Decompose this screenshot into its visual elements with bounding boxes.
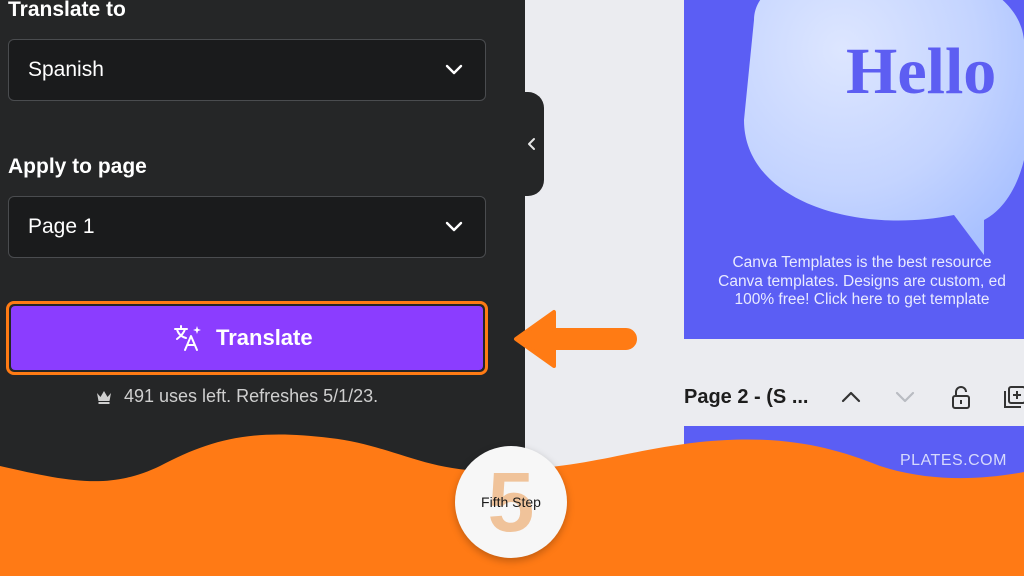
blurb-line: 100% free! Click here to get template [734,291,990,308]
language-select[interactable]: Spanish [8,39,486,101]
template-blurb: Canva Templates is the best resource Can… [700,254,1024,310]
page-select[interactable]: Page 1 [8,196,486,258]
duplicate-icon[interactable] [1002,384,1024,410]
apply-to-page-label: Apply to page [8,155,147,178]
chevron-down-icon[interactable] [892,384,918,410]
chevron-up-icon[interactable] [838,384,864,410]
page-2-toolbar: Page 2 - (S ... [684,378,1024,418]
step-badge: 5 Fifth Step [455,446,567,558]
blurb-line: Canva templates. Designs are custom, ed [718,272,1006,290]
translate-button[interactable]: Translate [11,306,483,370]
blurb-line: Canva Templates is the best resource [732,254,992,271]
uses-left-text: 491 uses left. Refreshes 5/1/23. [124,386,379,406]
translate-icon [174,325,201,351]
arrow-left-icon [514,310,637,368]
chevron-left-icon[interactable] [525,133,539,155]
translate-button-label: Translate [216,325,313,350]
language-select-value: Spanish [28,58,104,81]
hello-heading: Hello [846,35,997,108]
crown-icon [97,391,111,404]
page-select-value: Page 1 [28,215,95,238]
translate-to-label: Translate to [8,0,126,21]
chevron-down-icon [445,221,463,232]
step-label: Fifth Step [481,494,541,510]
lock-icon[interactable] [948,384,974,410]
page-2-title[interactable]: Page 2 - (S ... [684,386,808,409]
chevron-down-icon [445,64,463,75]
